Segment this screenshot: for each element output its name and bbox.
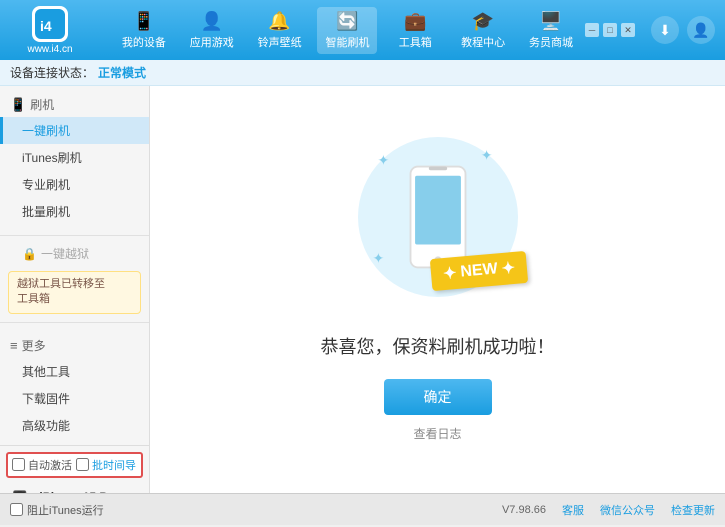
new-badge-star-right: ✦ <box>501 258 516 279</box>
apps-games-icon: 👤 <box>201 11 223 32</box>
log-link[interactable]: 查看日志 <box>413 425 461 442</box>
sidebar-item-jailbreak-disabled: 🔒 一键越狱 <box>0 240 149 267</box>
sidebar-item-download-firmware[interactable]: 下载固件 <box>0 385 149 412</box>
sidebar-item-itunes-flash[interactable]: iTunes刷机 <box>0 144 149 171</box>
itunes-checkbox-label[interactable]: 阻止iTunes运行 <box>10 502 104 518</box>
flash-section-icon: 📱 <box>10 97 26 113</box>
sidebar-item-other-tools[interactable]: 其他工具 <box>0 358 149 385</box>
nav-item-apps-games[interactable]: 👤 应用游戏 <box>182 7 242 54</box>
sidebar-section-header-more: ≡ 更多 <box>0 333 149 358</box>
device-details: iPhone 15 Pro Max 512GB iPhone <box>39 488 143 493</box>
more-section-icon: ≡ <box>10 338 18 353</box>
import-contacts-input[interactable] <box>76 458 89 471</box>
new-badge-star-left: ✦ <box>443 263 458 284</box>
device-info: 📱 iPhone 15 Pro Max 512GB iPhone <box>6 484 143 493</box>
auto-options-box: 自动激活 批时间导 <box>6 452 143 478</box>
new-badge: ✦ NEW ✦ <box>430 251 529 291</box>
sidebar-section-more: ≡ 更多 其他工具 下载固件 高级功能 <box>0 327 149 445</box>
sparkle-icon-1: ✦ <box>378 152 390 169</box>
tutorial-icon: 🎓 <box>472 11 494 32</box>
toolbox-label: 工具箱 <box>399 34 432 50</box>
sidebar-item-one-key-flash[interactable]: 一键刷机 <box>0 117 149 144</box>
minimize-button[interactable]: － <box>585 23 599 37</box>
new-badge-text: NEW <box>460 260 499 281</box>
sidebar-item-advanced[interactable]: 高级功能 <box>0 412 149 439</box>
header: i4 www.i4.cn 📱 我的设备 👤 应用游戏 🔔 铃声壁纸 🔄 智能刷机… <box>0 0 725 60</box>
footer-right: V7.98.66 客服 微信公众号 检查更新 <box>502 502 715 518</box>
import-contacts-checkbox[interactable]: 批时间导 <box>76 457 136 473</box>
tutorial-label: 教程中心 <box>461 34 505 50</box>
lock-icon: 🔒 <box>22 247 37 261</box>
wechat-link[interactable]: 微信公众号 <box>600 502 655 518</box>
main-layout: 📱 刷机 一键刷机 iTunes刷机 专业刷机 批量刷机 🔒 一键越狱 越狱工具… <box>0 86 725 493</box>
itunes-label: 阻止iTunes运行 <box>27 502 104 518</box>
jailbreak-notice: 越狱工具已转移至工具箱 <box>8 271 141 314</box>
sidebar-divider-1 <box>0 235 149 236</box>
itunes-checkbox[interactable] <box>10 503 23 516</box>
svg-text:i4: i4 <box>40 18 52 34</box>
sidebar-item-pro-flash[interactable]: 专业刷机 <box>0 171 149 198</box>
customer-service-link[interactable]: 客服 <box>562 502 584 518</box>
smart-flash-label: 智能刷机 <box>325 34 369 50</box>
sparkle-icon-2: ✦ <box>481 147 493 164</box>
my-device-icon: 📱 <box>133 11 155 32</box>
footer-left: 阻止iTunes运行 <box>10 502 104 518</box>
auto-activate-checkbox[interactable]: 自动激活 <box>12 457 72 473</box>
success-illustration: ✦ ✦ ✦ ✦ NEW ✦ <box>358 137 518 297</box>
status-bar: 设备连接状态： 正常模式 <box>0 60 725 86</box>
maximize-button[interactable]: □ <box>603 23 617 37</box>
sidebar-item-batch-flash[interactable]: 批量刷机 <box>0 198 149 225</box>
ringtone-label: 铃声壁纸 <box>258 34 302 50</box>
nav-item-tutorial[interactable]: 🎓 教程中心 <box>453 7 513 54</box>
logo-url: www.i4.cn <box>27 44 72 55</box>
toolbox-icon: 💼 <box>404 11 426 32</box>
confirm-button[interactable]: 确定 <box>384 379 492 415</box>
nav-item-service[interactable]: 🖥️ 务员商城 <box>521 7 581 54</box>
phone-circle: ✦ ✦ ✦ ✦ NEW ✦ <box>358 137 518 297</box>
sidebar-section-header-flash: 📱 刷机 <box>0 92 149 117</box>
close-button[interactable]: ✕ <box>621 23 635 37</box>
sidebar-bottom: 自动激活 批时间导 📱 iPhone 15 Pro Max 512GB iPho… <box>0 445 149 493</box>
more-section-label: 更多 <box>22 337 46 354</box>
sidebar-section-flash: 📱 刷机 一键刷机 iTunes刷机 专业刷机 批量刷机 <box>0 86 149 231</box>
ringtone-icon: 🔔 <box>268 11 290 32</box>
content-area: ✦ ✦ ✦ ✦ NEW ✦ 恭喜您，保资料刷机成功啦！ 确定 <box>150 86 725 493</box>
logo-icon: i4 <box>32 6 68 42</box>
auto-activate-input[interactable] <box>12 458 25 471</box>
apps-games-label: 应用游戏 <box>190 34 234 50</box>
sparkle-icon-3: ✦ <box>373 250 385 267</box>
device-name: iPhone 15 Pro Max <box>39 488 143 493</box>
version-text: V7.98.66 <box>502 504 546 516</box>
check-update-link[interactable]: 检查更新 <box>671 502 715 518</box>
status-value: 正常模式 <box>98 64 146 81</box>
footer: 阻止iTunes运行 V7.98.66 客服 微信公众号 检查更新 <box>0 493 725 525</box>
nav-item-ringtone[interactable]: 🔔 铃声壁纸 <box>250 7 310 54</box>
header-right: － □ ✕ ⬇ 👤 <box>585 16 715 44</box>
logo-area: i4 www.i4.cn <box>10 6 90 55</box>
window-controls: － □ ✕ <box>585 23 635 37</box>
nav-item-my-device[interactable]: 📱 我的设备 <box>114 7 174 54</box>
download-button[interactable]: ⬇ <box>651 16 679 44</box>
user-button[interactable]: 👤 <box>687 16 715 44</box>
sidebar-divider-2 <box>0 322 149 323</box>
my-device-label: 我的设备 <box>122 34 166 50</box>
service-icon: 🖥️ <box>540 11 562 32</box>
nav-item-smart-flash[interactable]: 🔄 智能刷机 <box>317 7 377 54</box>
nav-item-toolbox[interactable]: 💼 工具箱 <box>385 7 445 54</box>
nav-items: 📱 我的设备 👤 应用游戏 🔔 铃声壁纸 🔄 智能刷机 💼 工具箱 🎓 教程中心… <box>110 7 585 54</box>
sidebar: 📱 刷机 一键刷机 iTunes刷机 专业刷机 批量刷机 🔒 一键越狱 越狱工具… <box>0 86 150 493</box>
device-icon: 📱 <box>6 490 33 493</box>
status-prefix: 设备连接状态： <box>10 64 94 81</box>
flash-section-label: 刷机 <box>30 96 54 113</box>
smart-flash-icon: 🔄 <box>336 11 358 32</box>
success-message: 恭喜您，保资料刷机成功啦！ <box>321 333 555 359</box>
service-label: 务员商城 <box>529 34 573 50</box>
